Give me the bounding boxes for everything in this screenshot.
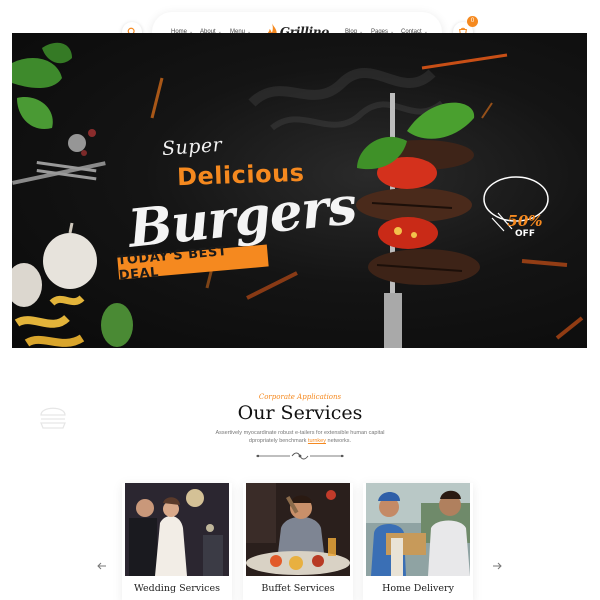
description-link[interactable]: turnkey [308, 438, 326, 444]
description-line: Assertively myocardinate robust e-tailer… [215, 430, 385, 436]
service-card-title: Home Delivery [382, 583, 454, 594]
service-card-buffet[interactable]: Buffet Services [243, 483, 353, 600]
services-title: Our Services [237, 402, 363, 424]
hero-super-text: Super [161, 133, 223, 161]
cart-count-badge: 0 [467, 16, 478, 27]
discount-badge: 50% OFF [494, 204, 556, 250]
carousel-next-button[interactable] [490, 560, 504, 572]
service-photo [366, 483, 470, 576]
ornament-divider [256, 452, 344, 460]
services-description: Assertively myocardinate robust e-tailer… [200, 429, 400, 445]
carousel-prev-button[interactable] [95, 560, 109, 572]
service-card-title: Buffet Services [261, 583, 335, 594]
discount-percent: 50% [507, 212, 543, 230]
services-kicker: Corporate Applications [258, 393, 342, 401]
service-card-wedding[interactable]: Wedding Services [122, 483, 232, 600]
description-line: networks. [325, 438, 352, 444]
service-photo [125, 483, 229, 576]
service-photo [246, 483, 350, 576]
service-card-title: Wedding Services [134, 583, 220, 594]
discount-label: OFF [515, 229, 535, 239]
service-card-delivery[interactable]: Home Delivery [363, 483, 473, 600]
hero-banner: Super Delicious Burgers TODAY'S BEST DEA… [12, 33, 587, 348]
arrow-left-icon [97, 562, 106, 570]
arrow-right-icon [493, 562, 502, 570]
description-line: dpropriately benchmark [248, 438, 308, 444]
